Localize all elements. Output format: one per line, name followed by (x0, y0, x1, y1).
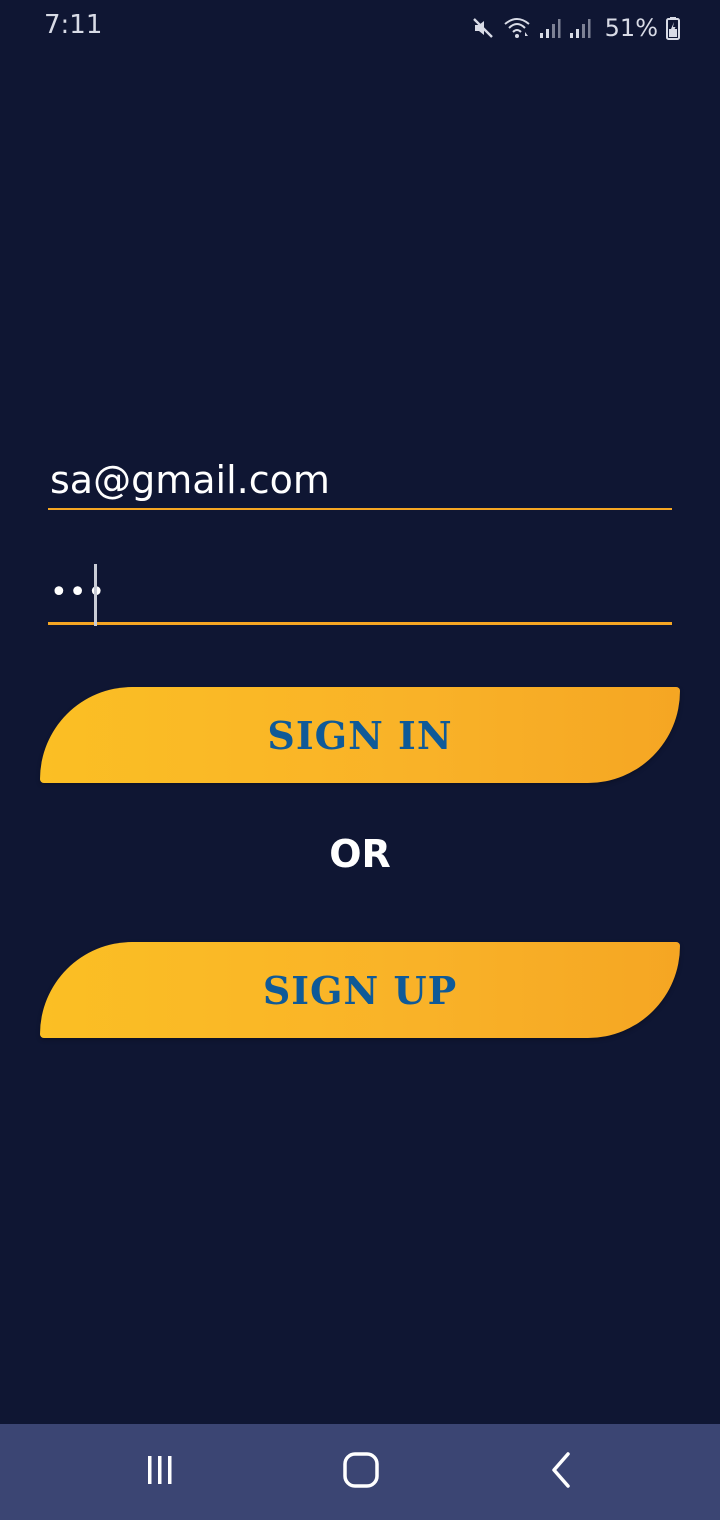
signal-icon (569, 16, 591, 40)
password-value: ••• (50, 575, 107, 610)
battery-icon (666, 16, 680, 40)
recents-button[interactable] (136, 1448, 184, 1496)
wifi-icon (503, 16, 531, 40)
sign-up-label: SIGN UP (262, 967, 458, 1013)
back-button[interactable] (538, 1448, 586, 1496)
sign-in-label: SIGN IN (267, 712, 453, 758)
status-time: 7:11 (44, 10, 103, 40)
email-field[interactable]: sa@gmail.com (48, 448, 672, 510)
home-icon (339, 1448, 383, 1497)
or-divider-label: OR (329, 832, 391, 876)
status-bar: 7:11 51% (0, 0, 720, 56)
battery-percent: 51% (604, 14, 658, 42)
text-cursor (94, 564, 97, 626)
status-icons: 51% (471, 12, 680, 44)
signal-icon (539, 16, 561, 40)
back-icon (542, 1450, 582, 1495)
home-button[interactable] (337, 1448, 385, 1496)
mute-icon (471, 16, 495, 40)
navigation-bar (0, 1424, 720, 1520)
recents-icon (140, 1450, 180, 1495)
password-field[interactable]: ••• (48, 558, 672, 626)
sign-in-button[interactable]: SIGN IN (40, 687, 680, 783)
email-value: sa@gmail.com (50, 458, 330, 502)
sign-up-button[interactable]: SIGN UP (40, 942, 680, 1038)
